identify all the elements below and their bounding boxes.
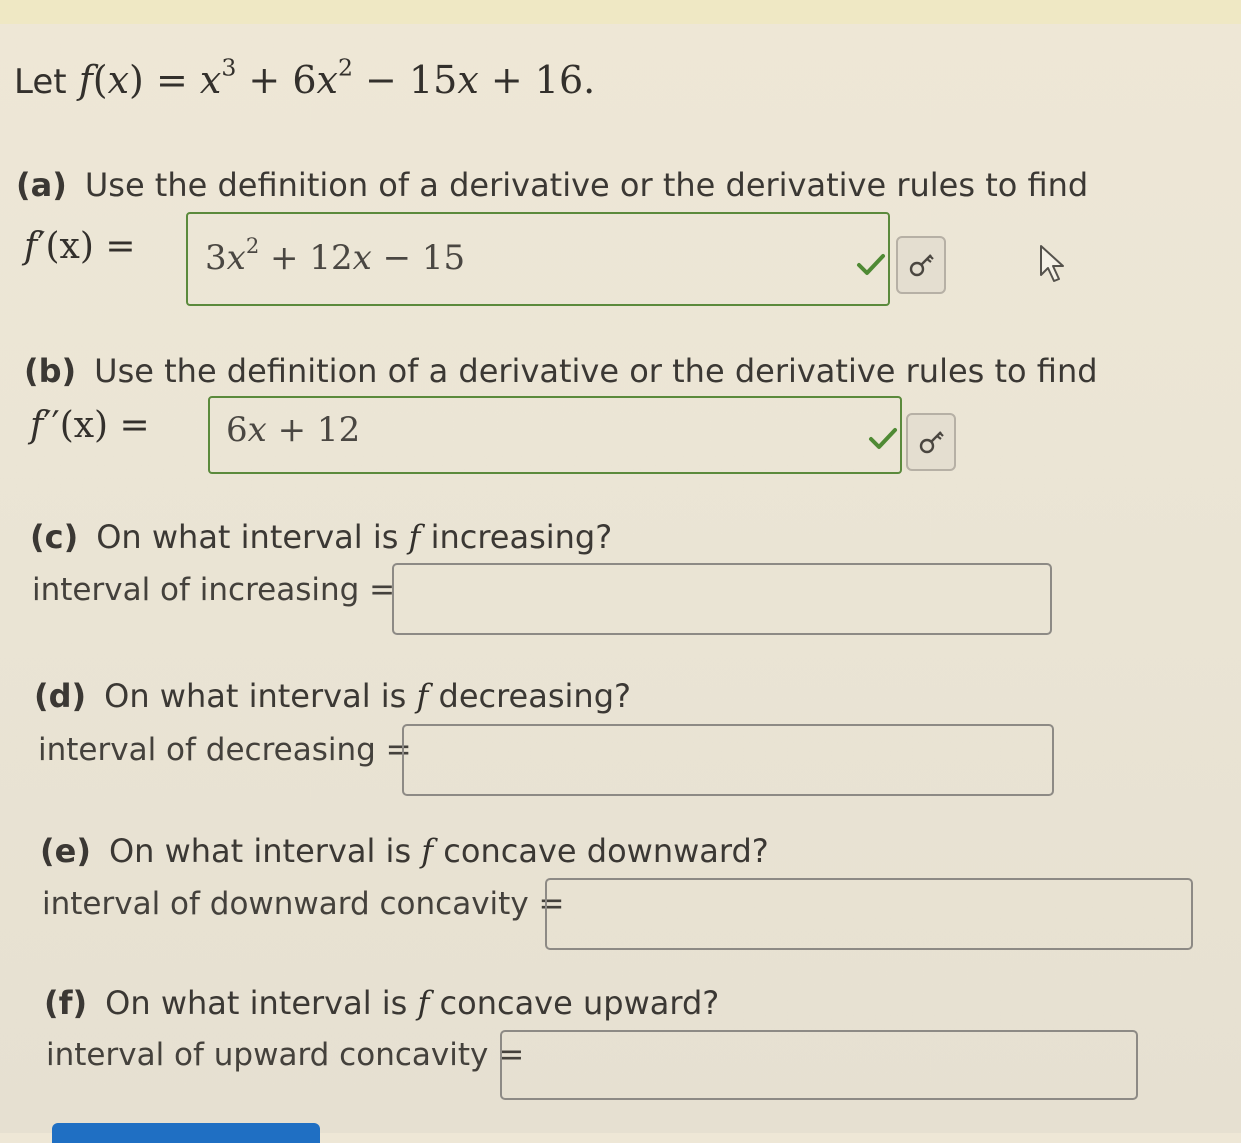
part-b-heading: (b) Use the definition of a derivative or… bbox=[24, 352, 1098, 390]
submit-button[interactable] bbox=[52, 1123, 320, 1143]
part-d-label: interval of decreasing = bbox=[38, 732, 412, 768]
mouse-pointer-icon bbox=[1040, 245, 1064, 282]
part-a-heading: (a) Use the definition of a derivative or… bbox=[16, 166, 1089, 204]
interval-decreasing-input[interactable] bbox=[402, 724, 1054, 796]
part-e-heading: (e) On what interval is f concave downwar… bbox=[40, 832, 769, 870]
interval-increasing-input[interactable] bbox=[392, 563, 1052, 635]
part-b-key-button[interactable] bbox=[906, 413, 956, 471]
part-f-heading: (f) On what interval is f concave upward? bbox=[44, 984, 720, 1022]
part-a-answer-value: 3x2 + 12x − 15 bbox=[205, 233, 466, 278]
interval-downward-concavity-input[interactable] bbox=[545, 878, 1193, 950]
check-icon bbox=[857, 254, 885, 275]
part-f-label: interval of upward concavity = bbox=[46, 1037, 525, 1073]
key-icon bbox=[919, 431, 944, 454]
part-c-label: interval of increasing = bbox=[32, 572, 396, 608]
part-a-key-button[interactable] bbox=[896, 236, 946, 294]
part-a-lhs: f′(x) = bbox=[24, 226, 136, 267]
top-strip bbox=[0, 0, 1241, 24]
part-b-answer-value: 6x + 12 bbox=[226, 410, 361, 450]
part-c-heading: (c) On what interval is f increasing? bbox=[30, 518, 613, 556]
check-icon bbox=[869, 428, 897, 449]
interval-upward-concavity-input[interactable] bbox=[500, 1030, 1138, 1100]
part-b-lhs: f′′(x) = bbox=[30, 405, 150, 446]
key-icon bbox=[909, 254, 934, 277]
part-d-heading: (d) On what interval is f decreasing? bbox=[34, 677, 631, 715]
function-definition: Let f(x) = x3 + 6x2 − 15x + 16. bbox=[14, 53, 596, 102]
part-e-label: interval of downward concavity = bbox=[42, 886, 565, 922]
